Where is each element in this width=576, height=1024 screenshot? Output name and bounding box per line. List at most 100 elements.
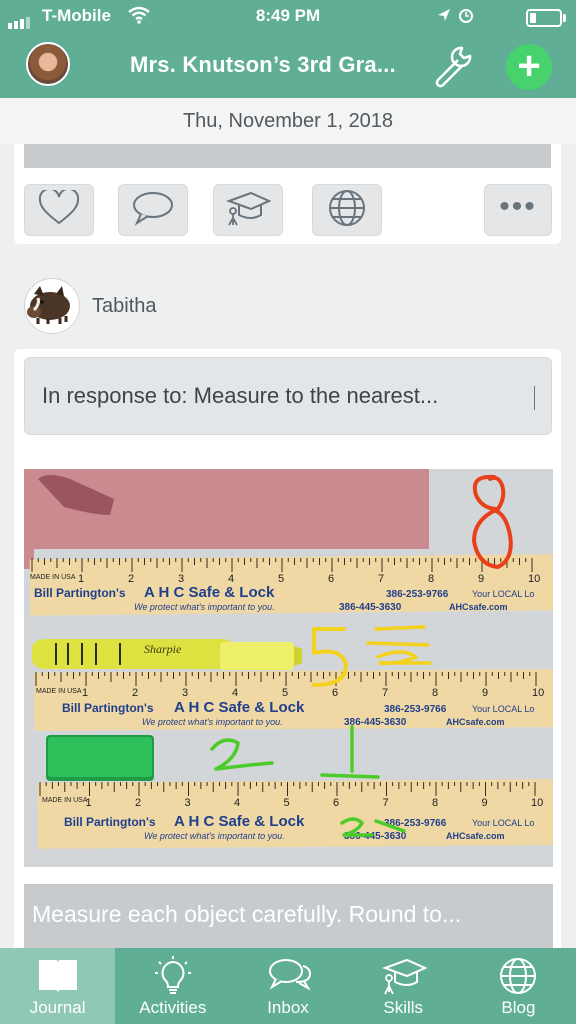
add-post-button[interactable]: + bbox=[506, 44, 552, 90]
post-caption-text: Measure each object carefully. Round to.… bbox=[32, 901, 462, 927]
journal-icon bbox=[36, 956, 80, 996]
battery-fill bbox=[530, 13, 536, 23]
ruler-number: 5 bbox=[278, 573, 284, 585]
highlighter-marker: Sharpie bbox=[32, 639, 302, 670]
post-photo[interactable]: 1 2 3 4 5 6 7 8 9 10 1 2 3 4 5 6 7 8 9 10 1 2 3 4 5 6 7 8 9 10 MADE I… bbox=[24, 469, 553, 867]
globe-icon bbox=[327, 188, 367, 233]
phone1-text-2: 386-253-9766 bbox=[384, 704, 447, 715]
app-header: T-Mobile 8:49 PM Mrs. Knutson’s 3rd Gra.… bbox=[0, 0, 576, 98]
ruler-number: 9 bbox=[482, 797, 488, 809]
tab-journal[interactable]: Journal bbox=[0, 948, 116, 1024]
ruler-number: 8 bbox=[432, 797, 438, 809]
eraser bbox=[46, 735, 154, 781]
ruler-number: 6 bbox=[333, 797, 339, 809]
ruler-number: 9 bbox=[482, 687, 488, 699]
brand-text-2: Bill Partington's bbox=[62, 701, 154, 715]
tab-inbox-label: Inbox bbox=[267, 998, 309, 1017]
globe-icon bbox=[496, 956, 540, 996]
more-options-button[interactable]: ••• bbox=[484, 184, 552, 236]
ruler-number: 6 bbox=[328, 573, 334, 585]
tagline-text-3: We protect what's important to you. bbox=[144, 831, 285, 841]
location-alarm-icons bbox=[436, 6, 476, 29]
made-in-label-2: MADE IN USA bbox=[36, 688, 82, 695]
tab-skills-label: Skills bbox=[383, 998, 424, 1017]
tagline-text-2: We protect what's important to you. bbox=[142, 717, 283, 727]
skills-icon bbox=[381, 956, 428, 996]
tab-activities[interactable]: Activities bbox=[115, 948, 230, 1024]
class-title[interactable]: Mrs. Knutson’s 3rd Gra... bbox=[130, 52, 396, 78]
ruler-number: 10 bbox=[532, 687, 544, 699]
made-in-label-1: MADE IN USA bbox=[30, 574, 76, 581]
ruler-number: 4 bbox=[232, 687, 238, 699]
response-prompt[interactable]: In response to: Measure to the nearest..… bbox=[24, 357, 552, 435]
post-caption[interactable]: Measure each object carefully. Round to.… bbox=[24, 884, 553, 949]
heart-icon bbox=[38, 187, 80, 231]
ruler-number: 1 bbox=[82, 687, 88, 699]
post-card: In response to: Measure to the nearest..… bbox=[14, 349, 561, 949]
plus-icon: + bbox=[517, 44, 541, 88]
response-prompt-text: In response to: Measure to the nearest..… bbox=[42, 383, 439, 408]
site-text-3: AHCsafe.com bbox=[446, 831, 505, 841]
company-text-2: A H C Safe & Lock bbox=[174, 699, 305, 716]
ruler-number: 8 bbox=[432, 687, 438, 699]
ruler-number: 5 bbox=[284, 797, 290, 809]
brand-text-1: Bill Partington's bbox=[34, 586, 126, 600]
skills-icon bbox=[225, 189, 272, 232]
ruler-number: 1 bbox=[78, 573, 84, 585]
phone2-text-1: 386-445-3630 bbox=[339, 602, 402, 613]
author-name: Tabitha bbox=[92, 295, 157, 317]
battery-icon bbox=[526, 9, 566, 27]
local-text-2: Your LOCAL Lo bbox=[472, 704, 534, 714]
ruler-number: 7 bbox=[383, 797, 389, 809]
ruler-number: 7 bbox=[382, 687, 388, 699]
ruler-number: 5 bbox=[282, 687, 288, 699]
ruler-number: 9 bbox=[478, 573, 484, 585]
status-bar: T-Mobile 8:49 PM bbox=[0, 0, 576, 32]
lightbulb-icon bbox=[151, 956, 195, 996]
local-text-1: Your LOCAL Lo bbox=[472, 589, 534, 599]
ruler-number: 2 bbox=[135, 797, 141, 809]
bottom-tab-bar: Journal Activities Inbox Skills Blog bbox=[0, 948, 576, 1024]
post-author[interactable]: Tabitha bbox=[24, 278, 324, 334]
ruler-number: 3 bbox=[185, 797, 191, 809]
tab-activities-label: Activities bbox=[139, 998, 207, 1017]
ruler-number: 8 bbox=[428, 573, 434, 585]
company-text-3: A H C Safe & Lock bbox=[174, 813, 305, 830]
boar-icon bbox=[26, 282, 78, 331]
ruler-number: 7 bbox=[378, 573, 384, 585]
clock: 8:49 PM bbox=[255, 6, 321, 25]
share-button[interactable] bbox=[312, 184, 382, 236]
company-text-1: A H C Safe & Lock bbox=[144, 584, 275, 601]
ruler-number: 3 bbox=[182, 687, 188, 699]
tab-skills[interactable]: Skills bbox=[346, 948, 461, 1024]
ruler-number: 2 bbox=[128, 573, 134, 585]
site-text-2: AHCsafe.com bbox=[446, 717, 505, 727]
more-icon: ••• bbox=[499, 190, 537, 223]
comment-icon bbox=[131, 190, 175, 231]
date-header: Thu, November 1, 2018 bbox=[0, 98, 576, 144]
chat-bubbles-icon bbox=[266, 956, 312, 996]
comment-button[interactable] bbox=[118, 184, 188, 236]
ruler-number: 10 bbox=[528, 573, 540, 585]
like-button[interactable] bbox=[24, 184, 94, 236]
teacher-avatar[interactable] bbox=[26, 42, 70, 86]
skills-button[interactable] bbox=[213, 184, 283, 236]
local-text-3: Your LOCAL Lo bbox=[472, 818, 534, 828]
marker-brand: Sharpie bbox=[144, 642, 182, 656]
student-avatar[interactable] bbox=[24, 278, 80, 334]
ruler-number: 6 bbox=[332, 687, 338, 699]
tab-inbox[interactable]: Inbox bbox=[230, 948, 345, 1024]
measurement-photo: 1 2 3 4 5 6 7 8 9 101 2 3 4 5 6 7 8 9 101 2 3 4 5 6 7 8 9 10 MADE I… bbox=[24, 469, 553, 867]
tagline-text-1: We protect what's important to you. bbox=[134, 602, 275, 612]
previous-post-caption bbox=[24, 144, 551, 168]
brand-text-3: Bill Partington's bbox=[64, 815, 156, 829]
previous-post-card: ••• bbox=[14, 144, 561, 244]
ruler-number: 10 bbox=[531, 797, 543, 809]
phone1-text-1: 386-253-9766 bbox=[386, 589, 449, 600]
tab-blog-label: Blog bbox=[501, 998, 536, 1017]
tab-journal-label: Journal bbox=[29, 998, 86, 1017]
tab-blog[interactable]: Blog bbox=[461, 948, 576, 1024]
ruler-number: 2 bbox=[132, 687, 138, 699]
wrench-icon[interactable] bbox=[428, 42, 476, 90]
ruler-number: 4 bbox=[234, 797, 240, 809]
